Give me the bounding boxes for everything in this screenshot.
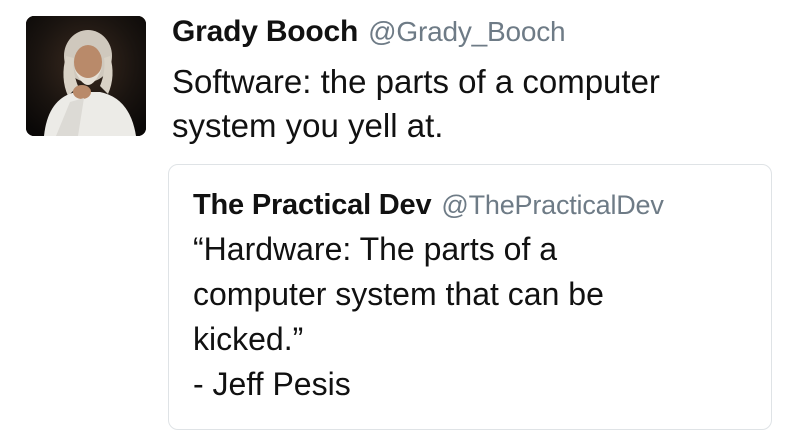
quoted-author-handle[interactable]: @ThePracticalDev [441,190,663,221]
quoted-tweet-header: The Practical Dev @ThePracticalDev [193,185,664,225]
tweet-header: Grady Booch @Grady_Booch [172,8,566,56]
quoted-tweet-text: “Hardware: The parts of a computer syste… [193,227,753,407]
tweet-text: Software: the parts of a computer system… [172,60,772,148]
author-handle[interactable]: @Grady_Booch [368,16,565,48]
avatar-photo [26,16,146,136]
tweet-text-line: system you yell at. [172,107,444,144]
author-name[interactable]: Grady Booch [172,15,358,49]
quoted-text-line: computer system that can be [193,276,604,312]
quoted-tweet-card[interactable]: The Practical Dev @ThePracticalDev “Hard… [168,164,772,430]
quoted-text-line: kicked.” [193,321,304,357]
author-avatar[interactable] [26,16,146,136]
tweet: Grady Booch @Grady_Booch Software: the p… [0,0,800,448]
quoted-author-name[interactable]: The Practical Dev [193,189,432,222]
tweet-text-line: Software: the parts of a computer [172,63,660,100]
quoted-text-line: “Hardware: The parts of a [193,231,558,267]
quoted-text-line: - Jeff Pesis [193,366,351,402]
